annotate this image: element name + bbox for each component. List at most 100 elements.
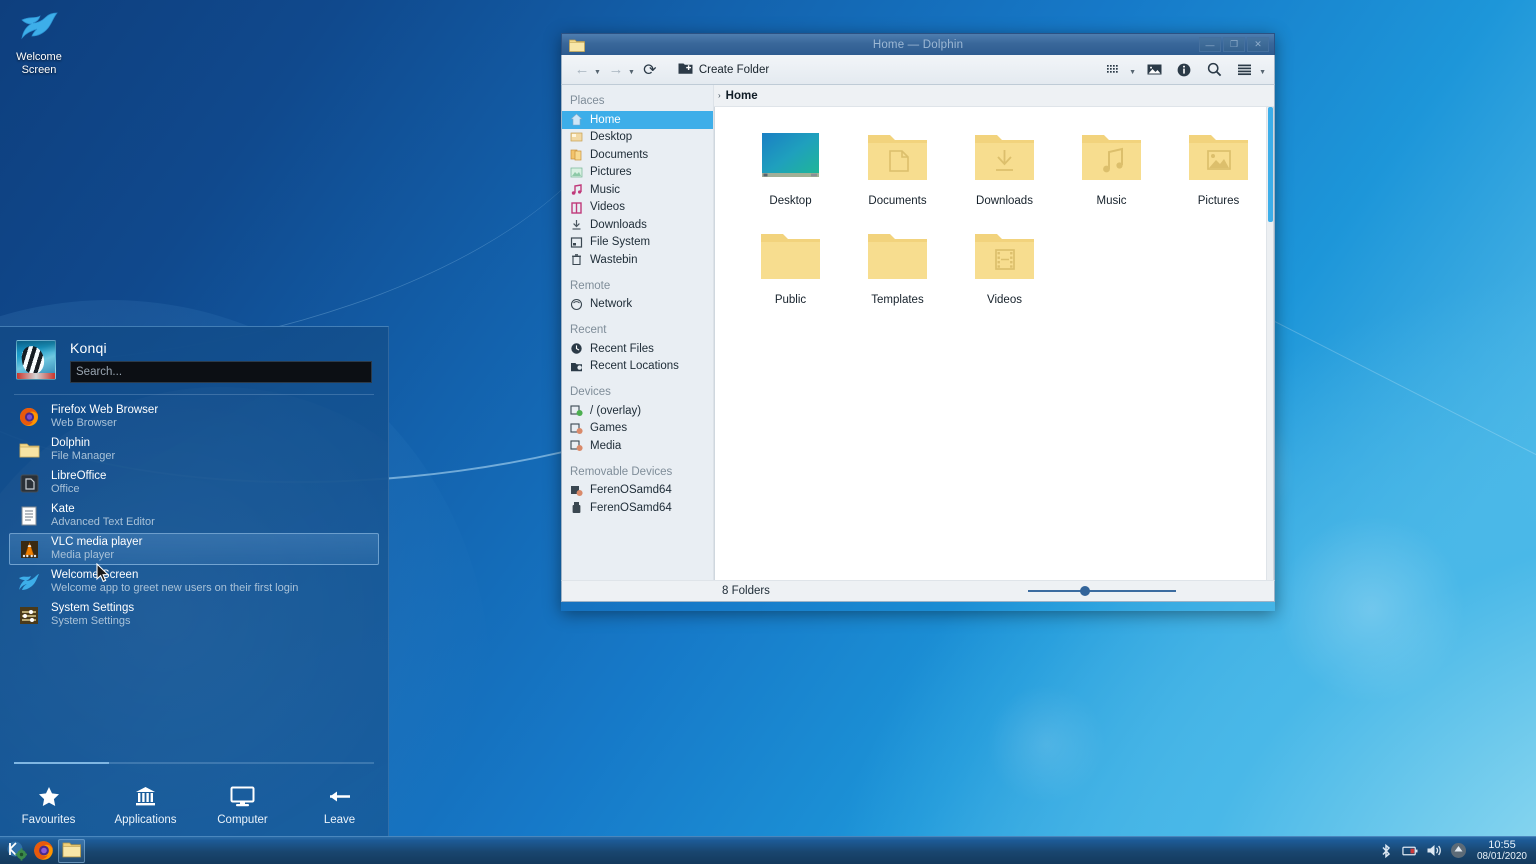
place-item-games[interactable]: Games <box>562 420 713 438</box>
hdd-icon <box>570 422 583 435</box>
folder-icon <box>844 219 951 287</box>
volume-icon[interactable] <box>1426 842 1443 859</box>
place-item-recent-locations[interactable]: Recent Locations <box>562 358 713 376</box>
create-folder-button[interactable]: Create Folder <box>671 58 776 82</box>
digital-clock[interactable]: 10:55 08/01/2020 <box>1474 839 1530 863</box>
places-section-header: Recent <box>570 324 607 336</box>
places-section-header: Devices <box>570 386 611 398</box>
window-controls: — ❐ ✕ <box>1199 37 1274 52</box>
information-icon[interactable] <box>1172 58 1196 82</box>
place-item-downloads[interactable]: Downloads <box>562 216 713 234</box>
view-mode-icon[interactable] <box>1102 58 1126 82</box>
file-item-documents[interactable]: Documents <box>844 120 951 207</box>
minimize-button[interactable]: — <box>1199 37 1221 52</box>
tab-computer[interactable]: Computer <box>194 781 291 826</box>
file-item-desktop[interactable]: Desktop <box>737 120 844 207</box>
folder-icon <box>62 841 81 861</box>
tab-leave[interactable]: Leave <box>291 781 388 826</box>
desktop-thumbnail <box>737 120 844 188</box>
preview-icon[interactable] <box>1142 58 1166 82</box>
close-button[interactable]: ✕ <box>1247 37 1269 52</box>
vertical-scrollbar[interactable] <box>1266 107 1273 580</box>
places-section-header: Remote <box>570 279 611 292</box>
recent-locations-icon <box>570 360 583 373</box>
forward-dropdown-icon[interactable]: ▼ <box>628 69 635 76</box>
battery-icon[interactable] <box>1402 842 1419 859</box>
app-name: Kate <box>51 503 75 516</box>
place-item-recent-files[interactable]: Recent Files <box>562 340 713 358</box>
file-item-public[interactable]: Public <box>737 219 844 306</box>
menu-dropdown-icon[interactable]: ▼ <box>1259 69 1266 76</box>
app-desc: Welcome app to greet new users on their … <box>51 582 299 595</box>
place-item-music[interactable]: Music <box>562 181 713 199</box>
hdd-green-icon <box>570 404 583 417</box>
place-item-media[interactable]: Media <box>562 437 713 455</box>
documents-icon <box>570 148 583 161</box>
dolphin-task[interactable] <box>58 838 85 863</box>
file-item-downloads[interactable]: Downloads <box>951 120 1058 207</box>
place-item-root-overlay[interactable]: / (overlay) <box>562 402 713 420</box>
desktop-icon-welcome-screen[interactable]: Welcome Screen <box>6 8 72 77</box>
app-item-kate[interactable]: Kate Advanced Text Editor <box>9 500 379 532</box>
app-item-welcome-screen[interactable]: Welcome Screen Welcome app to greet new … <box>9 566 379 598</box>
scrollbar-thumb[interactable] <box>1268 107 1273 222</box>
place-item-removable-1[interactable]: FerenOSamd64 <box>562 482 713 500</box>
back-dropdown-icon[interactable]: ▼ <box>594 69 601 76</box>
place-item-file-system[interactable]: File System <box>562 234 713 252</box>
breadcrumb[interactable]: › Home <box>714 85 1274 107</box>
file-item-templates[interactable]: Templates <box>844 219 951 306</box>
app-item-firefox[interactable]: Firefox Web Browser Web Browser <box>9 401 379 433</box>
tab-favourites[interactable]: Favourites <box>0 781 97 826</box>
dolphin-window[interactable]: Home — Dolphin — ❐ ✕ ← ▼ → ▼ ⟳ Create Fo… <box>561 33 1275 611</box>
place-item-removable-2[interactable]: FerenOSamd64 <box>562 499 713 517</box>
dolphin-toolbar: ← ▼ → ▼ ⟳ Create Folder ▼ ▼ <box>561 55 1275 85</box>
file-item-pictures[interactable]: Pictures <box>1165 120 1272 207</box>
folder-icon <box>18 439 40 461</box>
avatar[interactable] <box>16 340 56 380</box>
app-item-system-settings[interactable]: System Settings System Settings <box>9 599 379 631</box>
app-item-dolphin[interactable]: Dolphin File Manager <box>9 434 379 466</box>
file-label: Public <box>774 294 807 306</box>
taskbar-panel[interactable]: 10:55 08/01/2020 <box>0 836 1536 864</box>
place-label: Home <box>590 113 621 126</box>
hamburger-menu-icon[interactable] <box>1232 58 1256 82</box>
file-label: Downloads <box>976 195 1033 207</box>
updates-icon[interactable] <box>1450 842 1467 859</box>
kickoff-application-menu[interactable]: Konqi Firefox Web Browser Web Browser <box>0 326 389 836</box>
maximize-button[interactable]: ❐ <box>1223 37 1245 52</box>
tab-applications[interactable]: Applications <box>97 781 194 826</box>
file-item-music[interactable]: Music <box>1058 120 1165 207</box>
forward-button[interactable]: → <box>604 58 628 82</box>
place-item-desktop[interactable]: Desktop <box>562 129 713 147</box>
search-icon[interactable] <box>1202 58 1226 82</box>
zoom-slider[interactable] <box>1028 584 1176 598</box>
firefox-icon[interactable] <box>31 839 55 863</box>
bluetooth-icon[interactable] <box>1378 842 1395 859</box>
place-item-network[interactable]: Network <box>562 296 713 314</box>
zoom-slider-handle[interactable] <box>1080 586 1090 596</box>
search-input[interactable] <box>70 361 372 383</box>
app-item-libreoffice[interactable]: LibreOffice Office <box>9 467 379 499</box>
usb-drive-icon <box>570 501 583 514</box>
place-item-wastebin[interactable]: Wastebin <box>562 251 713 269</box>
file-item-videos[interactable]: Videos <box>951 219 1058 306</box>
back-button[interactable]: ← <box>570 58 594 82</box>
system-tray: 10:55 08/01/2020 <box>1378 839 1536 863</box>
kde-menu-icon[interactable] <box>4 839 28 863</box>
bank-icon <box>97 781 194 811</box>
place-item-videos[interactable]: Videos <box>562 199 713 217</box>
place-item-documents[interactable]: Documents <box>562 146 713 164</box>
app-item-vlc[interactable]: VLC media player Media player <box>9 533 379 565</box>
window-titlebar[interactable]: Home — Dolphin — ❐ ✕ <box>561 33 1275 55</box>
file-grid-view[interactable]: Desktop Documents Downloads Music Pictur… <box>714 107 1274 580</box>
reload-button[interactable]: ⟳ <box>638 58 662 82</box>
view-mode-dropdown-icon[interactable]: ▼ <box>1129 69 1136 76</box>
pictures-icon <box>570 166 583 179</box>
clock-icon <box>570 342 583 355</box>
breadcrumb-home[interactable]: Home <box>726 90 758 102</box>
place-label: Videos <box>590 201 625 214</box>
tab-label: Computer <box>217 814 268 826</box>
place-item-pictures[interactable]: Pictures <box>562 164 713 182</box>
place-item-home[interactable]: Home <box>562 111 713 129</box>
app-name: LibreOffice <box>51 470 107 483</box>
